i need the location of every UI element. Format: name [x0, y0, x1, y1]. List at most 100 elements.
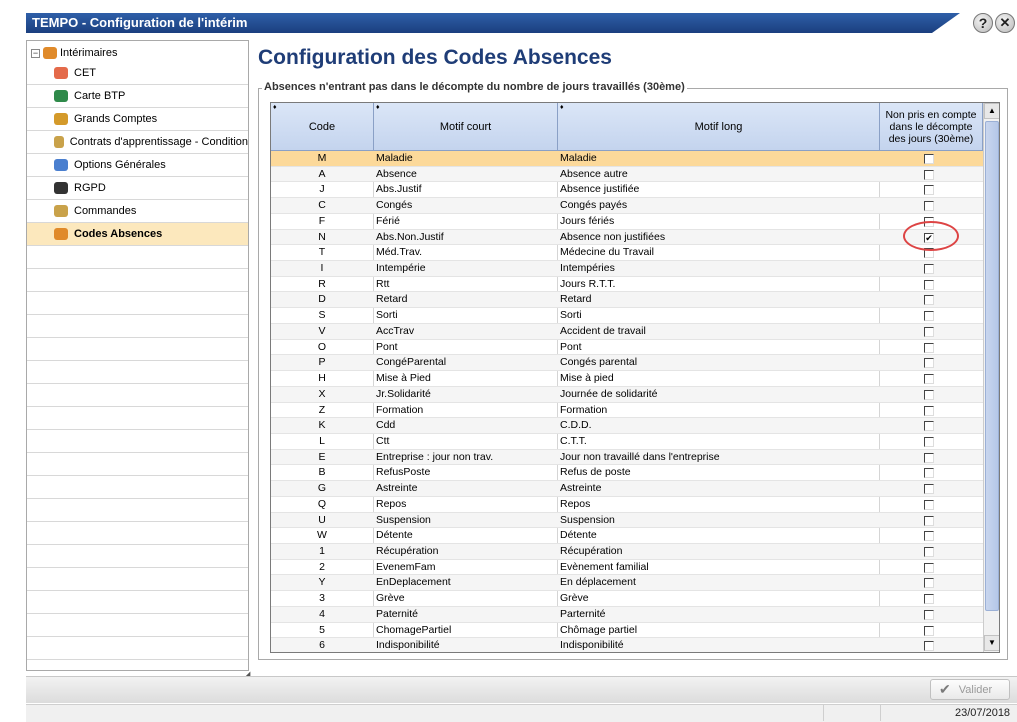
exclude-checkbox[interactable]	[924, 625, 934, 636]
sidebar-item[interactable]: Options Générales	[27, 154, 248, 177]
table-row[interactable]: 3 Grève Grève	[271, 591, 983, 607]
table-row[interactable]: 2 EvenemFam Evènement familial	[271, 560, 983, 576]
table-row[interactable]: T Méd.Trav. Médecine du Travail	[271, 245, 983, 262]
table-row[interactable]: Y EnDeplacement En déplacement	[271, 575, 983, 592]
table-row[interactable]: C Congés Congés payés	[271, 198, 983, 214]
table-row[interactable]: 6 Indisponibilité Indisponibilité	[271, 638, 983, 652]
exclude-checkbox[interactable]	[924, 389, 934, 400]
table-row[interactable]: G Astreinte Astreinte	[271, 481, 983, 497]
table-row[interactable]: L Ctt C.T.T.	[271, 434, 983, 450]
cell-code: T	[318, 246, 326, 259]
table-row[interactable]: E Entreprise : jour non trav. Jour non tra…	[271, 449, 983, 466]
exclude-checkbox[interactable]	[924, 641, 934, 652]
collapse-icon[interactable]: −	[31, 48, 40, 58]
scroll-down-icon[interactable]: ▼	[984, 635, 999, 651]
exclude-checkbox[interactable]	[924, 154, 934, 164]
sidebar-empty-row	[27, 499, 248, 522]
status-bar	[26, 704, 1017, 722]
validate-button[interactable]: ✔ Valider	[930, 679, 1010, 700]
table-row[interactable]: K Cdd C.D.D.	[271, 418, 983, 434]
table-row[interactable]: Q Repos Repos	[271, 497, 983, 513]
close-button[interactable]: ✕	[995, 13, 1015, 33]
exclude-checkbox[interactable]	[924, 515, 934, 526]
exclude-checkbox[interactable]	[924, 436, 934, 447]
sidebar-item[interactable]: Codes Absences	[27, 223, 248, 246]
cell-motif-long: Grève	[560, 592, 589, 605]
cell-motif-court: Cdd	[376, 419, 396, 432]
cell-code: G	[317, 482, 327, 495]
exclude-checkbox[interactable]	[924, 185, 934, 196]
cell-motif-long: Absence non justifiées	[560, 230, 666, 243]
column-header-motif-long[interactable]: ♦ Motif long	[558, 103, 880, 151]
exclude-checkbox[interactable]	[924, 342, 934, 353]
cell-motif-court: Férié	[376, 214, 400, 227]
table-row[interactable]: W Détente Détente	[271, 528, 983, 544]
exclude-checkbox[interactable]	[924, 484, 934, 495]
sidebar-item[interactable]: Grands Comptes	[27, 108, 248, 131]
table-row[interactable]: 1 Récupération Récupération	[271, 544, 983, 560]
sidebar-item[interactable]: RGPD	[27, 177, 248, 200]
exclude-checkbox[interactable]	[924, 499, 934, 510]
table-row[interactable]: N Abs.Non.Justif Absence non justifiées ✔	[271, 229, 983, 246]
exclude-checkbox[interactable]	[924, 374, 934, 385]
exclude-checkbox[interactable]	[924, 326, 934, 337]
exclude-checkbox[interactable]	[924, 405, 934, 416]
exclude-checkbox[interactable]	[924, 295, 934, 306]
help-button[interactable]: ?	[973, 13, 993, 33]
exclude-checkbox[interactable]	[924, 279, 934, 290]
exclude-checkbox[interactable]	[924, 594, 934, 605]
table-row[interactable]: R Rtt Jours R.T.T.	[271, 277, 983, 293]
table-row[interactable]: F Férié Jours fériés	[271, 214, 983, 230]
exclude-checkbox[interactable]	[924, 264, 934, 275]
sidebar-item[interactable]: Carte BTP	[27, 85, 248, 108]
table-row[interactable]: U Suspension Suspension	[271, 512, 983, 529]
exclude-checkbox[interactable]	[924, 452, 934, 463]
sidebar-item[interactable]: Commandes	[27, 200, 248, 223]
exclude-checkbox[interactable]	[924, 562, 934, 573]
table-row[interactable]: P CongéParental Congés parental	[271, 355, 983, 372]
sidebar-empty-row	[27, 384, 248, 407]
cell-motif-court: Paternité	[376, 607, 419, 620]
table-row[interactable]: D Retard Retard	[271, 292, 983, 309]
cell-motif-long: Congés payés	[560, 199, 628, 212]
exclude-checkbox[interactable]	[924, 169, 934, 180]
table-row[interactable]: I Intempérie Intempéries	[271, 261, 983, 277]
vertical-scrollbar[interactable]: ▲ ▼	[983, 103, 999, 652]
exclude-checkbox[interactable]	[924, 468, 934, 479]
table-row[interactable]: 5 ChomagePartiel Chômage partiel	[271, 623, 983, 639]
page-title: Configuration des Codes Absences	[258, 46, 612, 69]
table-row[interactable]: A Absence Absence autre	[271, 166, 983, 183]
sidebar-empty-row	[27, 545, 248, 568]
exclude-checkbox[interactable]	[924, 547, 934, 557]
scrollbar-thumb[interactable]	[985, 121, 999, 611]
table-row[interactable]: S Sorti Sorti	[271, 308, 983, 324]
table-row[interactable]: M Maladie Maladie	[271, 151, 983, 167]
exclude-checkbox[interactable]	[924, 578, 934, 589]
column-header-excluded[interactable]: Non pris en compte dans le décompte des …	[880, 103, 983, 151]
table-row[interactable]: H Mise à Pied Mise à pied	[271, 371, 983, 387]
exclude-checkbox[interactable]	[924, 531, 934, 542]
sidebar-item[interactable]: Contrats d'apprentissage - Condition	[27, 131, 248, 154]
column-header-code[interactable]: ♦ Code	[271, 103, 374, 151]
table-row[interactable]: J Abs.Justif Absence justifiée	[271, 182, 983, 199]
table-row[interactable]: O Pont Pont	[271, 340, 983, 356]
tree-root-interimaires[interactable]: − Intérimaires	[31, 45, 117, 61]
cell-motif-long: Maladie	[560, 152, 597, 164]
exclude-checkbox[interactable]	[924, 421, 934, 432]
table-row[interactable]: V AccTrav Accident de travail	[271, 323, 983, 340]
exclude-checkbox[interactable]	[924, 609, 934, 620]
sidebar-item[interactable]: CET	[27, 62, 248, 85]
scroll-up-icon[interactable]: ▲	[984, 103, 999, 119]
table-row[interactable]: X Jr.Solidarité Journée de solidarité	[271, 386, 983, 403]
sidebar-item-label: CET	[74, 67, 96, 79]
exclude-checkbox[interactable]	[924, 358, 934, 369]
column-header-motif-court[interactable]: ♦ Motif court	[374, 103, 558, 151]
table-row[interactable]: 4 Paternité Parternité	[271, 606, 983, 623]
sidebar-empty-row	[27, 591, 248, 614]
sidebar-empty-row	[27, 269, 248, 292]
cell-motif-long: Détente	[560, 529, 597, 542]
table-row[interactable]: B RefusPoste Refus de poste	[271, 465, 983, 482]
table-row[interactable]: Z Formation Formation	[271, 403, 983, 419]
exclude-checkbox[interactable]	[924, 201, 934, 212]
exclude-checkbox[interactable]	[924, 311, 934, 322]
